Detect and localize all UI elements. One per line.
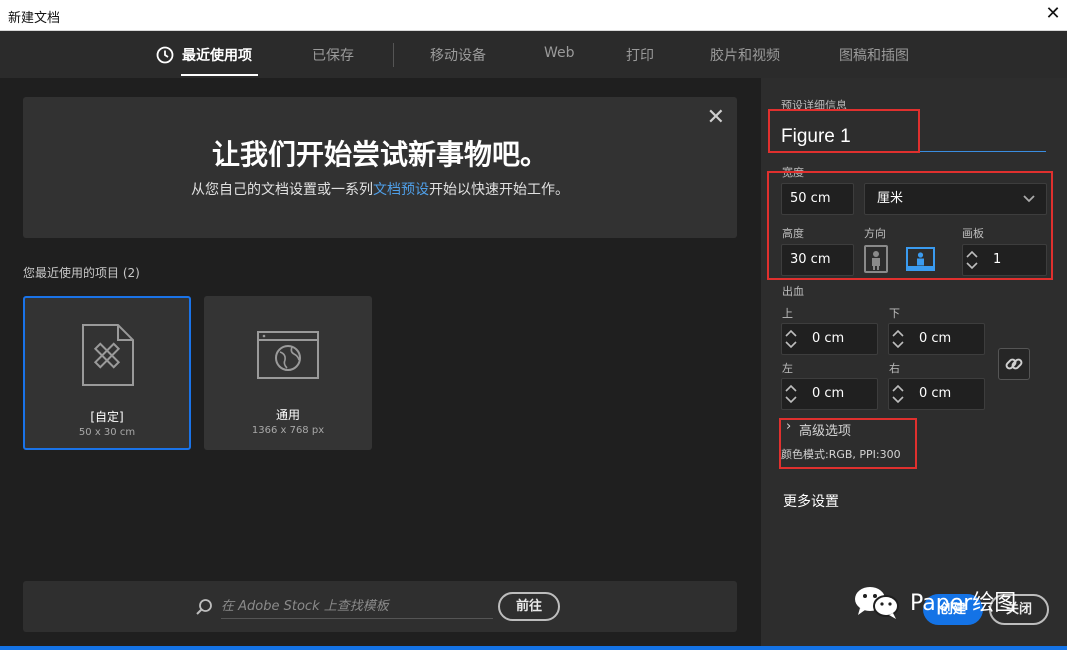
web-globe-icon bbox=[257, 331, 319, 379]
search-go-button[interactable]: 前往 bbox=[498, 592, 560, 621]
highlight-box-advanced bbox=[779, 418, 917, 469]
welcome-sub-after: 开始以快速开始工作。 bbox=[429, 182, 569, 198]
tab-film-video[interactable]: 胶片和视频 bbox=[710, 45, 780, 65]
tab-divider bbox=[393, 43, 394, 67]
highlight-box-size bbox=[767, 171, 1053, 280]
stepper-arrows-icon bbox=[892, 384, 904, 404]
document-presets-link[interactable]: 文档预设 bbox=[373, 182, 429, 198]
stepper-arrows-icon bbox=[785, 329, 797, 349]
bleed-label: 出血 bbox=[782, 285, 804, 298]
window-title: 新建文档 bbox=[8, 11, 61, 26]
bleed-top-stepper[interactable] bbox=[784, 324, 802, 354]
watermark: Paper绘图 bbox=[852, 584, 1016, 620]
recent-item-name: 通用 bbox=[275, 408, 300, 422]
window-bottom-accent bbox=[0, 646, 1067, 650]
tab-mobile[interactable]: 移动设备 bbox=[430, 45, 486, 65]
watermark-text: Paper绘图 bbox=[910, 591, 1017, 616]
bleed-left-label: 左 bbox=[782, 362, 793, 375]
recent-items-label: 您最近使用的项目 (2) bbox=[23, 264, 140, 281]
window-close-icon[interactable]: ✕ bbox=[1039, 0, 1067, 30]
banner-close-icon[interactable]: ✕ bbox=[707, 105, 725, 130]
bleed-bottom-label: 下 bbox=[889, 307, 900, 320]
left-panel: ✕ 让我们开始尝试新事物吧。 从您自己的文档设置或一系列文档预设开始以快速开始工… bbox=[0, 78, 761, 650]
search-icon bbox=[196, 599, 212, 615]
recent-item-dims: 50 x 30 cm bbox=[78, 427, 136, 438]
tab-print[interactable]: 打印 bbox=[626, 45, 654, 65]
recent-item-general[interactable]: 通用 1366 x 768 px bbox=[204, 296, 372, 450]
stepper-arrows-icon bbox=[892, 329, 904, 349]
bleed-top-label: 上 bbox=[782, 307, 793, 320]
recent-item-name: [自定] bbox=[90, 410, 124, 424]
tab-web[interactable]: Web bbox=[544, 45, 575, 61]
welcome-banner: ✕ 让我们开始尝试新事物吧。 从您自己的文档设置或一系列文档预设开始以快速开始工… bbox=[23, 97, 737, 238]
preset-details-panel: 预设详细信息 Figure 1 宽度 50 cm 厘米 高度 30 cm 方向 … bbox=[761, 78, 1067, 650]
stock-search-bar: 前往 bbox=[23, 581, 737, 632]
tab-art-illustration[interactable]: 图稿和插图 bbox=[839, 45, 909, 65]
category-tabbar: 最近使用项 已保存 移动设备 Web 打印 胶片和视频 图稿和插图 bbox=[0, 31, 1067, 78]
recent-item-custom[interactable]: [自定] 50 x 30 cm bbox=[23, 296, 191, 450]
highlight-box-name bbox=[768, 109, 920, 153]
link-bleed-button[interactable] bbox=[998, 348, 1030, 380]
bleed-right-stepper[interactable] bbox=[891, 379, 909, 409]
window-titlebar: 新建文档 ✕ bbox=[0, 0, 1067, 31]
wechat-logo-icon bbox=[855, 587, 899, 619]
active-tab-indicator bbox=[181, 74, 258, 76]
recent-item-dims: 1366 x 768 px bbox=[251, 425, 325, 436]
chain-link-icon bbox=[1005, 358, 1023, 370]
tab-saved[interactable]: 已保存 bbox=[312, 45, 354, 65]
bleed-right-label: 右 bbox=[889, 362, 900, 375]
welcome-sub-before: 从您自己的文档设置或一系列 bbox=[191, 182, 373, 198]
clock-icon bbox=[156, 46, 174, 64]
bleed-left-stepper[interactable] bbox=[784, 379, 802, 409]
bleed-bottom-stepper[interactable] bbox=[891, 324, 909, 354]
tab-recent[interactable]: 最近使用项 bbox=[182, 45, 252, 65]
recent-items-title: 您最近使用的项目 bbox=[23, 266, 120, 280]
welcome-heading: 让我们开始尝试新事物吧。 bbox=[211, 138, 548, 171]
welcome-subtext: 从您自己的文档设置或一系列文档预设开始以快速开始工作。 bbox=[23, 179, 737, 199]
more-settings-button[interactable]: 更多设置 bbox=[783, 491, 839, 511]
recent-items-count: (2) bbox=[122, 266, 140, 280]
document-ruler-pencil-icon bbox=[82, 324, 134, 386]
stepper-arrows-icon bbox=[785, 384, 797, 404]
stock-search-input[interactable] bbox=[221, 595, 493, 619]
